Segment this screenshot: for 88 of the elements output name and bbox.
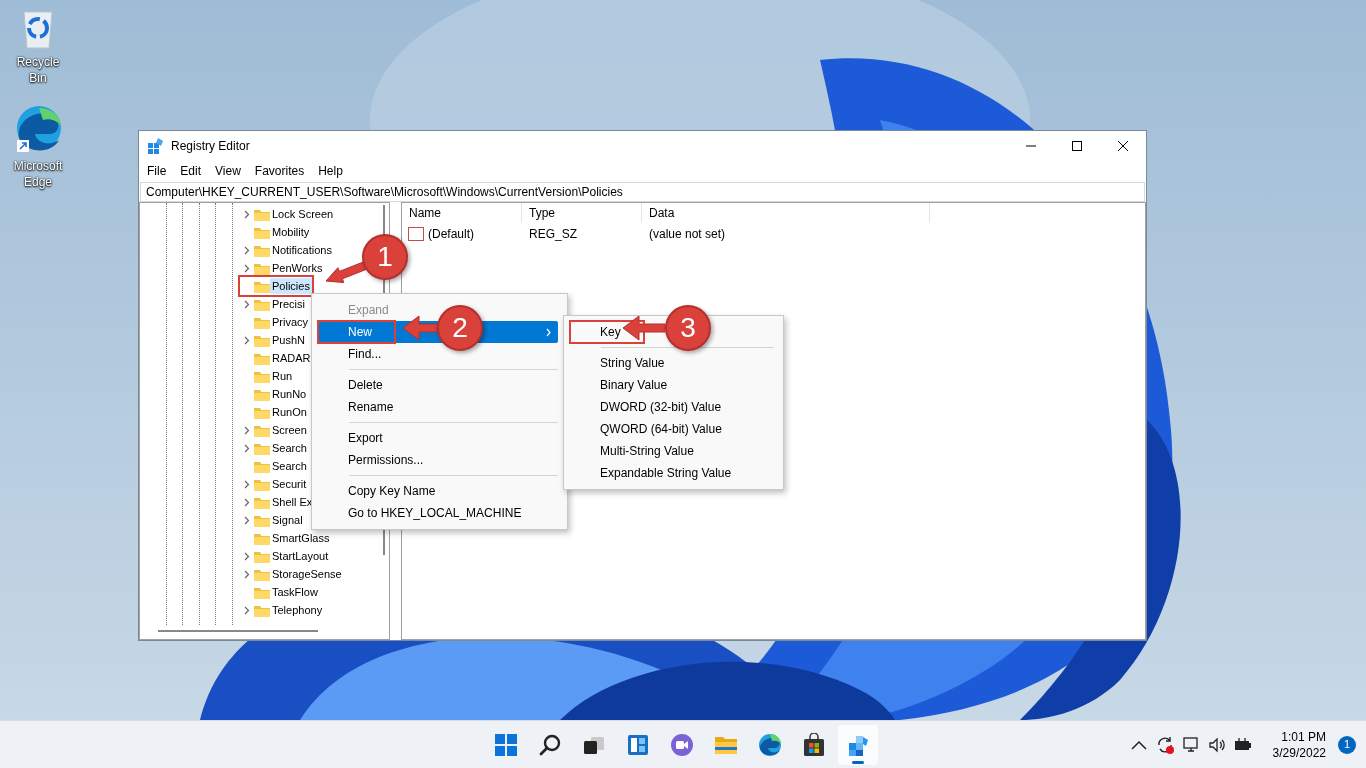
menu-item[interactable]: String Value [571,352,774,374]
tree-item[interactable]: SmartGlass [240,529,332,547]
value-name[interactable]: (Default) [428,226,474,242]
folder-icon [254,405,270,419]
folder-icon [254,585,270,599]
folder-icon [254,549,270,563]
start-icon [494,733,518,757]
folder-icon [254,603,270,617]
folder-icon [254,297,270,311]
menu-item[interactable]: Help [311,161,350,182]
expand-icon[interactable] [244,209,250,219]
folder-icon [254,567,270,581]
app-icon [147,138,163,154]
network-icon [1180,735,1201,755]
folder-icon [254,351,270,365]
folder-icon [254,513,270,527]
folder-icon [254,441,270,455]
tree-item[interactable]: Precisi [240,295,307,313]
tree-item[interactable]: Search [240,457,309,475]
tree-item[interactable]: Screen [240,421,309,439]
notification-badge[interactable]: 1 [1338,736,1356,754]
tree-item[interactable]: Privacy [240,313,311,331]
expand-icon[interactable] [244,299,250,309]
tree-item[interactable]: PushN [240,331,308,349]
address-bar[interactable]: Computer\HKEY_CURRENT_USER\Software\Microsoft\Windows\CurrentVersion\Policies [140,182,1145,202]
folder-icon [254,387,270,401]
tree-item[interactable]: PenWorks [240,259,325,277]
menu-item[interactable]: Binary Value [571,374,774,396]
menu-item[interactable]: Favorites [247,161,312,182]
folder-icon [254,261,270,275]
folder-icon [254,207,270,221]
menu-item[interactable]: Export [319,427,558,449]
tree-item[interactable]: StorageSense [240,565,344,583]
menu-item[interactable]: Delete [319,374,558,396]
volume-icon [1206,735,1227,755]
folder-icon [254,279,270,293]
edge-icon [758,733,782,757]
widgets-icon [626,733,650,757]
folder-icon [254,369,270,383]
tree-item[interactable]: Run [240,367,295,385]
folder-icon [254,531,270,545]
maximize-icon [1072,141,1082,151]
clock[interactable]: 1:01 PM 3/29/2022 [1266,729,1332,761]
menu-item[interactable]: View [208,161,248,182]
folder-icon [254,243,270,257]
shopping-bag-icon [802,733,826,757]
menu-item[interactable]: Copy Key Name [319,480,558,502]
menu-item[interactable]: Edit [173,161,209,182]
tree-item[interactable]: Securit [240,475,309,493]
menu-item[interactable]: DWORD (32-bit) Value [571,396,774,418]
video-chat-icon [670,733,694,757]
column-header[interactable]: Type [522,203,642,223]
folder-icon [254,225,270,239]
tree-item[interactable]: Lock Screen [240,205,336,223]
folder-icon [254,315,270,329]
search-icon [538,733,562,757]
expand-icon[interactable] [244,335,250,345]
menu-item[interactable]: QWORD (64-bit) Value [571,418,774,440]
folder-icon [254,333,270,347]
tree-item[interactable]: Search [240,439,309,457]
column-header[interactable]: Data [642,203,930,223]
menu-item[interactable]: File [140,161,174,182]
folder-icon [254,459,270,473]
tree-item[interactable]: RunOn [240,403,309,421]
menu-item[interactable]: Permissions... [319,449,558,471]
menu-item[interactable]: Rename [319,396,558,418]
menu-item[interactable]: Go to HKEY_LOCAL_MACHINE [319,502,558,524]
tree-item[interactable]: StartLayout [240,547,331,565]
window-title: Registry Editor [171,138,250,154]
cubes-icon [846,733,870,757]
folder-icon [254,423,270,437]
folder-icon [254,477,270,491]
close-icon [1118,141,1128,151]
column-header[interactable]: Name [402,203,522,223]
expand-icon[interactable] [244,605,250,615]
menu-item[interactable]: Expandable String Value [571,462,774,484]
menu-item[interactable]: Multi-String Value [571,440,774,462]
value-type: REG_SZ [529,226,577,241]
value-data: (value not set) [649,226,726,241]
tree-item[interactable]: TaskFlow [240,583,320,601]
tree-item[interactable]: Signal [240,511,305,529]
tree-item[interactable]: Notifications [240,241,334,259]
scrollbar[interactable] [158,630,318,632]
tree-item[interactable]: RADAR [240,349,313,367]
tree-item[interactable]: Mobility [240,223,312,241]
tree-item[interactable]: RunNo [240,385,309,403]
tree-item[interactable]: Telephony [240,601,325,619]
folder-icon [254,495,270,509]
